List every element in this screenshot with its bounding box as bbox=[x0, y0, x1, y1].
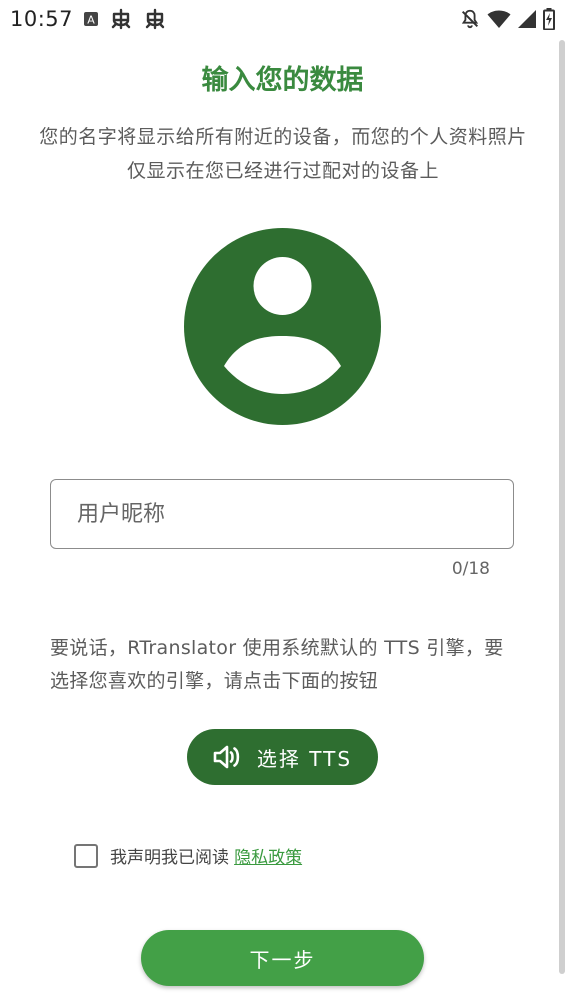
select-tts-button[interactable]: 选择 TTS bbox=[187, 729, 378, 785]
tts-info-text: 要说话，RTranslator 使用系统默认的 TTS 引擎，要选择您喜欢的引擎… bbox=[50, 637, 504, 692]
page-title: 输入您的数据 bbox=[201, 65, 364, 96]
scrollbar[interactable] bbox=[559, 40, 565, 974]
status-bar: 10:57 A bbox=[0, 0, 565, 38]
nickname-field[interactable] bbox=[50, 479, 514, 549]
svg-text:A: A bbox=[87, 14, 95, 27]
nickname-input[interactable] bbox=[75, 500, 513, 528]
next-button[interactable]: 下一步 bbox=[141, 930, 424, 986]
privacy-checkbox[interactable] bbox=[74, 843, 98, 868]
privacy-policy-link[interactable]: 隐私政策 bbox=[234, 848, 302, 868]
battery-charging-icon bbox=[543, 8, 555, 30]
select-tts-label: 选择 TTS bbox=[256, 746, 353, 771]
wifi-icon bbox=[487, 9, 511, 29]
notifications-off-icon bbox=[459, 8, 481, 30]
status-right bbox=[459, 8, 555, 30]
nickname-counter: 0/18 bbox=[451, 559, 490, 579]
page-description: 您的名字将显示给所有附近的设备，而您的个人资料照片仅显示在您已经进行过配对的设备… bbox=[39, 126, 527, 182]
privacy-text: 我声明我已阅读 bbox=[110, 848, 229, 868]
bug-icon bbox=[143, 7, 167, 31]
font-a-icon: A bbox=[83, 11, 99, 27]
account-circle-icon bbox=[184, 228, 381, 425]
signal-icon bbox=[517, 9, 537, 29]
status-time: 10:57 bbox=[10, 7, 74, 31]
volume-up-icon bbox=[213, 744, 243, 770]
privacy-row: 我声明我已阅读 隐私政策 bbox=[74, 843, 302, 868]
status-left: 10:57 A bbox=[10, 7, 167, 31]
avatar[interactable] bbox=[184, 228, 381, 425]
bug-icon bbox=[109, 7, 133, 31]
